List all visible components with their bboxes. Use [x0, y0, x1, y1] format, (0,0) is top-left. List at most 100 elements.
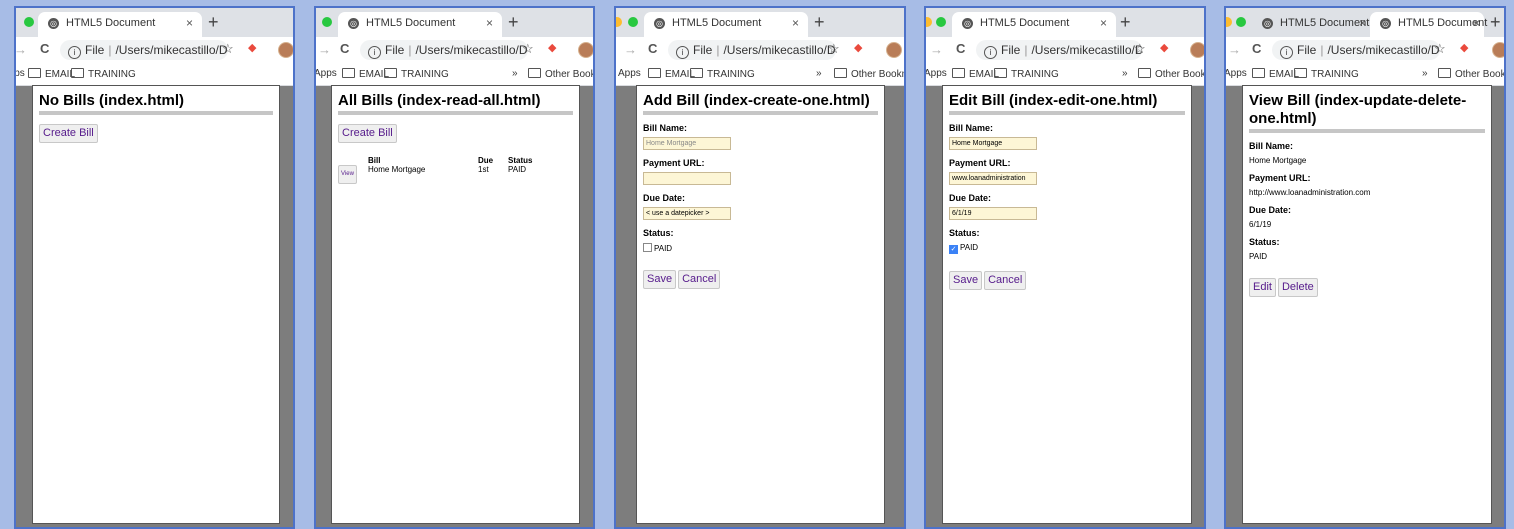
- bookmark-email[interactable]: EMAIL: [648, 68, 695, 80]
- bookmark-training[interactable]: TRAINING: [384, 68, 449, 80]
- reload-icon[interactable]: C: [340, 41, 349, 56]
- browser-tab[interactable]: ◎ HTML5 Document ×: [1370, 12, 1487, 37]
- tab-close-button[interactable]: ×: [1359, 16, 1366, 30]
- address-bar[interactable]: i File |/Users/mikecastillo/D...: [360, 40, 528, 60]
- payment-url-input[interactable]: www.loanadministration: [949, 172, 1037, 185]
- bookmark-star-icon[interactable]: ☆: [828, 41, 840, 57]
- edit-button[interactable]: Edit: [1249, 278, 1276, 297]
- bookmark-other[interactable]: Other Bookmarks: [1438, 68, 1504, 80]
- due-date-input[interactable]: < use a datepicker >: [643, 207, 731, 220]
- window-zoom-control[interactable]: [1236, 17, 1246, 27]
- browser-window-edit-bill: ◎ HTML5 Document × + → C i File |/Users/mi…: [924, 6, 1206, 529]
- bookmark-other[interactable]: Other Bookmarks: [528, 68, 593, 80]
- new-tab-button[interactable]: +: [814, 12, 825, 33]
- bookmark-star-icon[interactable]: ☆: [1134, 41, 1146, 57]
- paid-checkbox[interactable]: [643, 243, 652, 252]
- bookmark-training[interactable]: TRAINING: [71, 68, 136, 80]
- payment-url-input[interactable]: [643, 172, 731, 185]
- tab-close-button[interactable]: ×: [186, 16, 193, 30]
- save-button[interactable]: Save: [643, 270, 677, 289]
- browser-tab[interactable]: ◎ HTML5 Document ×: [644, 12, 808, 37]
- back-arrow-icon[interactable]: →: [930, 42, 943, 57]
- extension-icon[interactable]: ◆: [1160, 41, 1168, 54]
- back-arrow-icon[interactable]: →: [318, 42, 331, 57]
- bookmark-training[interactable]: TRAINING: [1294, 68, 1359, 80]
- status-paid-option[interactable]: PAID: [643, 243, 878, 253]
- bill-name-input[interactable]: Home Mortgage: [949, 137, 1037, 150]
- address-bar[interactable]: i File |/Users/mikecastillo/D...: [976, 40, 1142, 60]
- bookmark-email[interactable]: EMAIL: [1252, 68, 1299, 80]
- reload-icon[interactable]: C: [40, 41, 49, 56]
- cancel-button[interactable]: Cancel: [984, 271, 1027, 290]
- bookmarks-overflow[interactable]: »: [1122, 68, 1128, 79]
- back-arrow-icon[interactable]: →: [16, 42, 27, 57]
- extension-icon[interactable]: ◆: [1460, 41, 1468, 54]
- reload-icon[interactable]: C: [956, 41, 965, 56]
- tab-close-button[interactable]: ×: [486, 16, 493, 30]
- reload-icon[interactable]: C: [648, 41, 657, 56]
- window-zoom-control[interactable]: [936, 17, 946, 27]
- bookmark-other[interactable]: Other Bookmarks: [834, 68, 904, 80]
- bookmark-training[interactable]: TRAINING: [690, 68, 755, 80]
- profile-avatar[interactable]: [1492, 42, 1504, 58]
- tab-close-button[interactable]: ×: [1473, 16, 1480, 30]
- paid-checkbox[interactable]: ✓: [949, 245, 958, 254]
- bookmarks-overflow[interactable]: »: [1422, 68, 1428, 79]
- browser-tab[interactable]: ◎ HTML5 Document ×: [38, 12, 202, 37]
- extension-icon[interactable]: ◆: [548, 41, 556, 54]
- reload-icon[interactable]: C: [1252, 41, 1261, 56]
- address-bar[interactable]: i File |/Users/mikecastillo/D...: [60, 40, 228, 60]
- view-bill-button[interactable]: View: [338, 165, 357, 184]
- window-zoom-control[interactable]: [628, 17, 638, 27]
- bookmark-apps[interactable]: Apps: [618, 68, 641, 79]
- browser-tab[interactable]: ◎ HTML5 Document ×: [952, 12, 1116, 37]
- address-path: /Users/mikecastillo/D...: [415, 43, 528, 57]
- extension-icon[interactable]: ◆: [854, 41, 862, 54]
- address-bar[interactable]: i File |/Users/mikecastillo/D...: [1272, 40, 1440, 60]
- bookmark-apps[interactable]: Apps: [16, 68, 25, 79]
- browser-tab-background[interactable]: ◎ HTML5 Document ×: [1252, 12, 1370, 37]
- extension-icon[interactable]: ◆: [248, 41, 256, 54]
- info-icon: i: [1280, 46, 1293, 59]
- bookmark-star-icon[interactable]: ☆: [222, 41, 234, 57]
- bookmark-email[interactable]: EMAIL: [28, 68, 75, 80]
- new-tab-button[interactable]: +: [508, 12, 519, 33]
- bookmark-star-icon[interactable]: ☆: [1434, 41, 1446, 57]
- bookmarks-overflow[interactable]: »: [816, 68, 822, 79]
- back-arrow-icon[interactable]: →: [1228, 42, 1241, 57]
- bookmark-apps[interactable]: Apps: [1226, 68, 1247, 79]
- bookmark-star-icon[interactable]: ☆: [522, 41, 534, 57]
- browser-tab[interactable]: ◎ HTML5 Document ×: [338, 12, 502, 37]
- window-minimize-control[interactable]: [926, 17, 932, 27]
- bookmark-email[interactable]: EMAIL: [342, 68, 389, 80]
- bookmark-email[interactable]: EMAIL: [952, 68, 999, 80]
- window-minimize-control[interactable]: [1226, 17, 1232, 27]
- window-minimize-control[interactable]: [616, 17, 622, 27]
- new-tab-button[interactable]: +: [208, 12, 219, 33]
- profile-avatar[interactable]: [578, 42, 593, 58]
- window-zoom-control[interactable]: [322, 17, 332, 27]
- tab-close-button[interactable]: ×: [1100, 16, 1107, 30]
- new-tab-button[interactable]: +: [1490, 12, 1501, 33]
- bookmark-training[interactable]: TRAINING: [994, 68, 1059, 80]
- bookmark-apps[interactable]: Apps: [926, 68, 947, 79]
- due-date-input[interactable]: 6/1/19: [949, 207, 1037, 220]
- delete-button[interactable]: Delete: [1277, 278, 1318, 297]
- profile-avatar[interactable]: [278, 42, 293, 58]
- profile-avatar[interactable]: [1190, 42, 1204, 58]
- create-bill-button[interactable]: Create Bill: [338, 124, 397, 143]
- back-arrow-icon[interactable]: →: [624, 42, 637, 57]
- tab-close-button[interactable]: ×: [792, 16, 799, 30]
- save-button[interactable]: Save: [949, 271, 983, 290]
- bookmark-apps[interactable]: Apps: [316, 68, 337, 79]
- bookmarks-overflow[interactable]: »: [512, 68, 518, 79]
- window-zoom-control[interactable]: [24, 17, 34, 27]
- status-paid-option[interactable]: ✓ PAID: [949, 243, 1185, 254]
- new-tab-button[interactable]: +: [1120, 12, 1131, 33]
- cancel-button[interactable]: Cancel: [678, 270, 721, 289]
- bookmark-other[interactable]: Other Bookmarks: [1138, 68, 1204, 80]
- address-bar[interactable]: i File |/Users/mikecastillo/D...: [668, 40, 836, 60]
- create-bill-button[interactable]: Create Bill: [39, 124, 98, 143]
- bill-name-input[interactable]: Home Mortgage: [643, 137, 731, 150]
- profile-avatar[interactable]: [886, 42, 902, 58]
